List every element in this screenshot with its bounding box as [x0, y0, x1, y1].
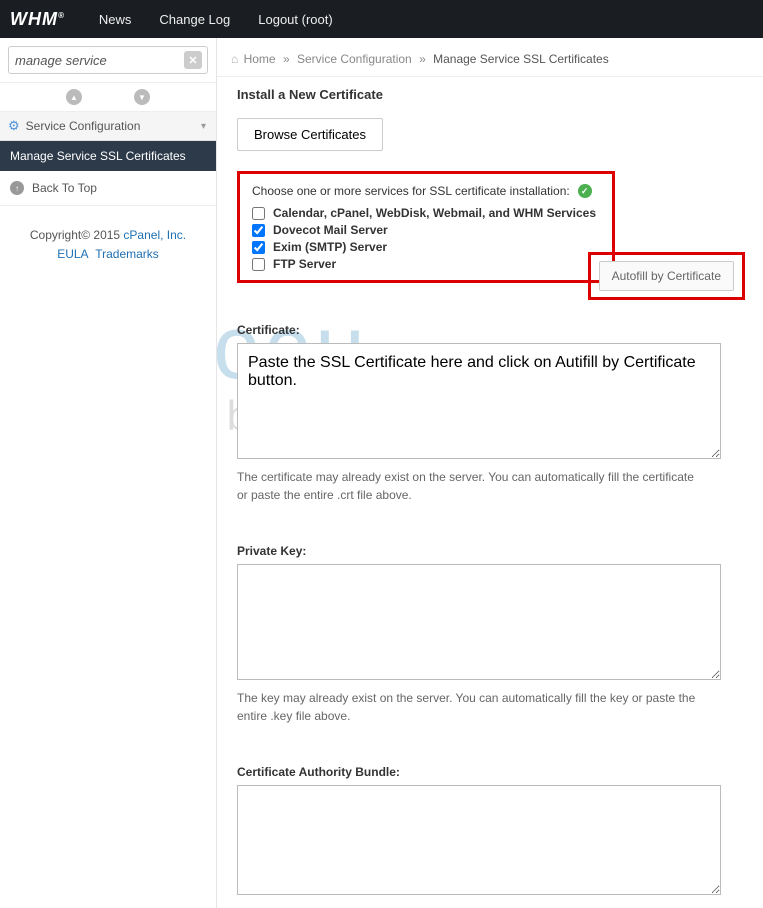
service-label: Calendar, cPanel, WebDisk, Webmail, and …: [273, 206, 596, 220]
back-to-top-label: Back To Top: [32, 181, 97, 195]
search-clear-icon[interactable]: ✕: [184, 51, 202, 69]
arrow-up-icon: ↑: [10, 181, 24, 195]
breadcrumb-current: Manage Service SSL Certificates: [433, 52, 609, 66]
service-label: Exim (SMTP) Server: [273, 240, 387, 254]
whm-logo: WHM®: [10, 9, 65, 30]
service-row-calendar: Calendar, cPanel, WebDisk, Webmail, and …: [252, 206, 600, 220]
eula-link[interactable]: EULA: [57, 247, 88, 261]
breadcrumb-service-config[interactable]: Service Configuration: [297, 52, 412, 66]
gear-icon: ⚙: [8, 118, 20, 134]
collapse-up-icon[interactable]: ▲: [66, 89, 82, 105]
service-checkbox-calendar[interactable]: [252, 207, 265, 220]
check-circle-icon: ✓: [578, 184, 592, 198]
ca-bundle-label: Certificate Authority Bundle:: [237, 765, 743, 779]
service-checkbox-dovecot[interactable]: [252, 224, 265, 237]
sidebar-section-label: Service Configuration: [26, 119, 141, 133]
breadcrumb-home[interactable]: Home: [244, 52, 276, 66]
nav-news-link[interactable]: News: [99, 12, 132, 27]
copyright-block: Copyright© 2015 cPanel, Inc. EULA Tradem…: [0, 206, 216, 284]
page-title: Install a New Certificate: [237, 87, 743, 102]
service-checkbox-exim[interactable]: [252, 241, 265, 254]
main-content: ⌂ Home » Service Configuration » Manage …: [217, 38, 763, 908]
service-label: Dovecot Mail Server: [273, 223, 388, 237]
ca-bundle-textarea[interactable]: [237, 785, 721, 895]
back-to-top-link[interactable]: ↑ Back To Top: [0, 171, 216, 206]
certificate-textarea[interactable]: [237, 343, 721, 459]
services-selection-box: Choose one or more services for SSL cert…: [237, 171, 615, 283]
autofill-by-certificate-button[interactable]: Autofill by Certificate: [599, 261, 734, 291]
private-key-textarea[interactable]: [237, 564, 721, 680]
service-row-exim: Exim (SMTP) Server: [252, 240, 600, 254]
sidebar-section-header[interactable]: ⚙ Service Configuration ▾: [0, 112, 216, 141]
nav-logout-link[interactable]: Logout (root): [258, 12, 332, 27]
certificate-help-text: The certificate may already exist on the…: [237, 468, 707, 504]
collapse-down-icon[interactable]: ▼: [134, 89, 150, 105]
service-label: FTP Server: [273, 257, 336, 271]
chevron-down-icon: ▾: [201, 121, 206, 132]
service-checkbox-ftp[interactable]: [252, 258, 265, 271]
sidebar: ✕ ▲ ▼ ⚙ Service Configuration ▾ Manage S…: [0, 38, 217, 908]
top-nav: WHM® News Change Log Logout (root): [0, 0, 763, 38]
trademarks-link[interactable]: Trademarks: [95, 247, 159, 261]
certificate-label: Certificate:: [237, 323, 743, 337]
service-row-dovecot: Dovecot Mail Server: [252, 223, 600, 237]
search-input[interactable]: [8, 46, 208, 74]
sidebar-item-manage-ssl[interactable]: Manage Service SSL Certificates: [0, 141, 216, 171]
browse-certificates-button[interactable]: Browse Certificates: [237, 118, 383, 151]
services-prompt-text: Choose one or more services for SSL cert…: [252, 184, 570, 198]
nav-changelog-link[interactable]: Change Log: [159, 12, 230, 27]
cpanel-link[interactable]: cPanel, Inc.: [123, 228, 186, 242]
service-row-ftp: FTP Server: [252, 257, 600, 271]
home-icon: ⌂: [231, 52, 238, 66]
private-key-help-text: The key may already exist on the server.…: [237, 689, 707, 725]
autofill-highlight-box: Autofill by Certificate: [588, 252, 745, 300]
private-key-label: Private Key:: [237, 544, 743, 558]
breadcrumb: ⌂ Home » Service Configuration » Manage …: [217, 38, 763, 77]
